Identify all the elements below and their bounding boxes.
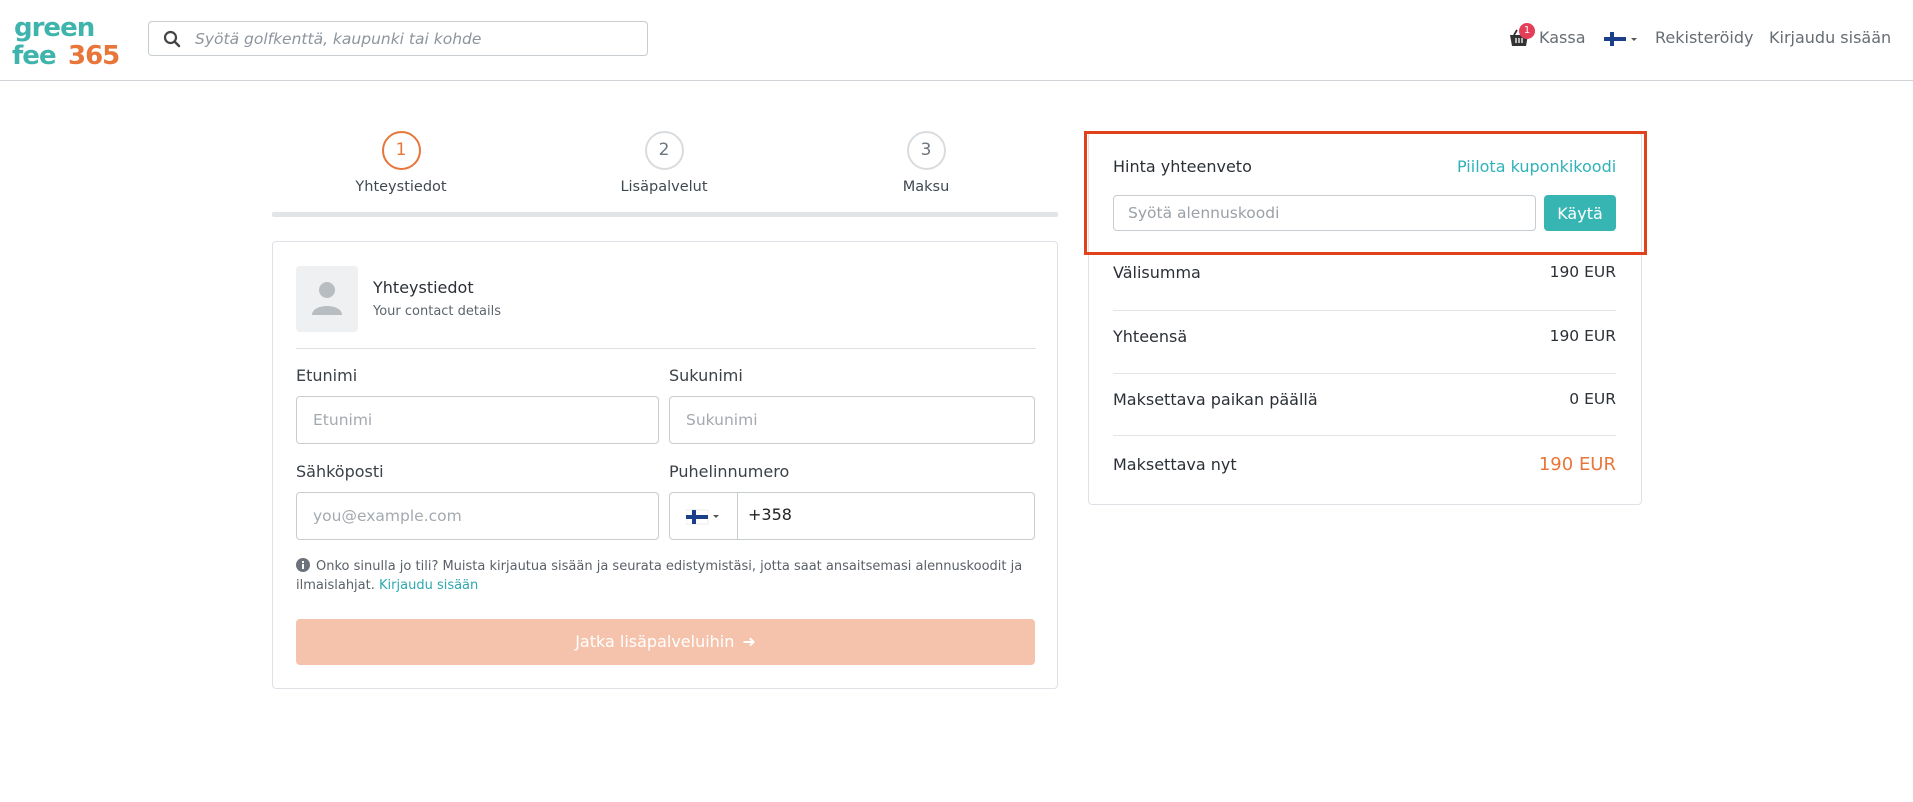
chevron-down-icon	[1631, 38, 1637, 41]
logo-graphic: green fee 365	[12, 13, 120, 71]
search-bar[interactable]	[148, 21, 648, 56]
search-icon	[163, 30, 181, 48]
phone-country-code[interactable]: +358	[748, 505, 792, 524]
phone-field[interactable]: +358	[669, 492, 1035, 540]
login-link[interactable]: Kirjaudu sisään	[1769, 28, 1891, 47]
summary-row-value: 0 EUR	[1569, 390, 1616, 408]
chevron-down-icon	[713, 515, 719, 518]
summary-row-label: Yhteensä	[1113, 327, 1188, 346]
finland-flag-icon	[1604, 32, 1637, 46]
logo-fee-text: fee	[12, 41, 56, 68]
search-input[interactable]	[195, 24, 635, 53]
last-name-field[interactable]	[669, 396, 1035, 444]
phone-country-selector[interactable]	[670, 493, 738, 539]
arrow-right-icon: ➜	[742, 632, 756, 651]
top-header: green fee 365 1 Kassa Rekisteröidy Kirja…	[0, 0, 1913, 81]
checkout-link[interactable]: Kassa	[1539, 28, 1586, 47]
summary-row-label: Maksettava paikan päällä	[1113, 390, 1318, 409]
first-name-label: Etunimi	[296, 366, 358, 385]
summary-row-pay-on-site: Maksettava paikan päällä 0 EUR	[1113, 390, 1616, 420]
contact-section-title: Yhteystiedot	[373, 278, 474, 297]
summary-row-total: Yhteensä 190 EUR	[1113, 327, 1616, 357]
continue-button-label: Jatka lisäpalveluihin	[575, 632, 735, 651]
finland-flag-icon	[686, 509, 719, 525]
login-reminder-note: Onko sinulla jo tili? Muista kirjautua s…	[296, 557, 1036, 595]
contact-section-subtitle: Your contact details	[373, 304, 501, 319]
email-label: Sähköposti	[296, 462, 384, 481]
step-payment[interactable]: 3 Maksu	[826, 131, 1026, 195]
stepper-progress-bar	[272, 212, 1058, 217]
first-name-field[interactable]	[296, 396, 659, 444]
last-name-input[interactable]	[686, 397, 1026, 443]
step-label: Lisäpalvelut	[620, 179, 708, 195]
step-extras[interactable]: 2 Lisäpalvelut	[564, 131, 764, 195]
summary-row-subtotal: Välisumma 190 EUR	[1113, 263, 1616, 293]
last-name-label: Sukunimi	[669, 366, 743, 385]
checkout-stepper: 1 Yhteystiedot 2 Lisäpalvelut 3 Maksu	[272, 131, 1058, 218]
summary-row-label: Välisumma	[1113, 263, 1201, 282]
step-number: 1	[381, 131, 421, 170]
register-link[interactable]: Rekisteröidy	[1655, 28, 1754, 47]
info-icon	[296, 558, 310, 572]
logo-365-text: 365	[68, 41, 119, 68]
greenfee365-logo[interactable]: green fee 365	[12, 12, 134, 71]
summary-divider	[1113, 435, 1616, 436]
email-field[interactable]	[296, 492, 659, 540]
avatar	[296, 266, 358, 332]
summary-row-value: 190 EUR	[1549, 263, 1616, 281]
summary-row-value: 190 EUR	[1549, 327, 1616, 345]
logo-green-text: green	[14, 13, 94, 43]
phone-label: Puhelinnumero	[669, 462, 790, 481]
step-contact[interactable]: 1 Yhteystiedot	[301, 131, 501, 195]
language-selector[interactable]	[1604, 30, 1640, 48]
pay-now-amount: 190 EUR	[1538, 454, 1616, 475]
step-number: 3	[906, 131, 946, 170]
step-label: Yhteystiedot	[355, 179, 447, 195]
summary-divider	[1113, 310, 1616, 311]
highlight-box	[1084, 131, 1647, 255]
step-number: 2	[644, 131, 684, 170]
cart-count-badge: 1	[1519, 23, 1535, 39]
summary-row-label: Maksettava nyt	[1113, 455, 1237, 474]
user-icon	[312, 282, 342, 315]
first-name-input[interactable]	[313, 397, 650, 443]
email-input[interactable]	[313, 493, 650, 539]
contact-form-card: Yhteystiedot Your contact details Etunim…	[272, 241, 1058, 689]
summary-divider	[1113, 373, 1616, 374]
step-label: Maksu	[902, 179, 950, 195]
login-reminder-link[interactable]: Kirjaudu sisään	[379, 578, 478, 593]
summary-row-pay-now: Maksettava nyt 190 EUR	[1113, 454, 1616, 485]
section-divider	[296, 348, 1036, 349]
continue-to-extras-button[interactable]: Jatka lisäpalveluihin ➜	[296, 619, 1035, 665]
